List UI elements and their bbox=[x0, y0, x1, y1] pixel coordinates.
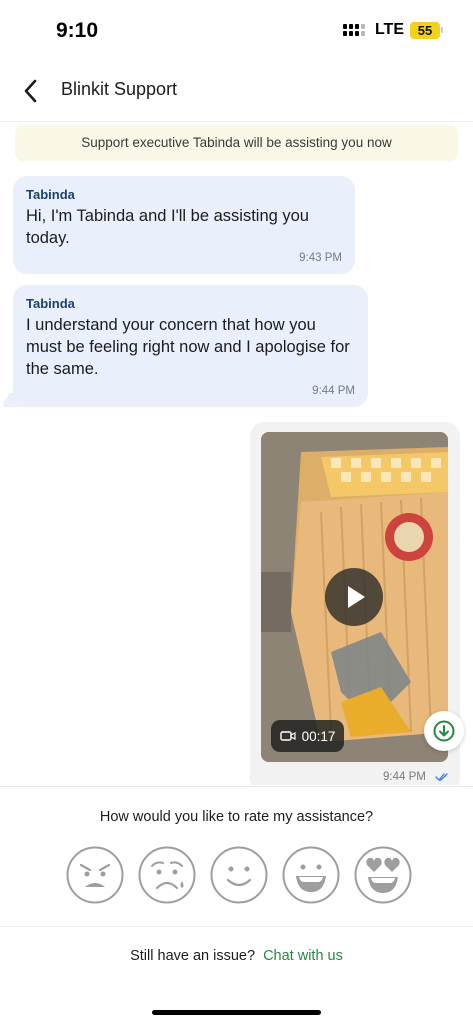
footer: Still have an issue? Chat with us bbox=[0, 926, 473, 1024]
smiling-face-icon[interactable] bbox=[210, 846, 268, 904]
signal-icon bbox=[342, 24, 365, 36]
video-duration-badge: 00:17 bbox=[271, 720, 344, 752]
message-text: Hi, I'm Tabinda and I'll be assisting yo… bbox=[26, 207, 309, 247]
grinning-face-icon[interactable] bbox=[282, 846, 340, 904]
crying-face-icon[interactable] bbox=[138, 846, 196, 904]
agent-message: Tabinda Hi, I'm Tabinda and I'll be assi… bbox=[13, 176, 355, 274]
download-button[interactable] bbox=[424, 711, 464, 751]
message-time: 9:44 PM bbox=[383, 771, 426, 783]
video-camera-icon bbox=[279, 731, 296, 741]
message-time: 9:43 PM bbox=[299, 252, 342, 264]
message-sender: Tabinda bbox=[26, 187, 75, 202]
status-time: 9:10 bbox=[56, 19, 99, 42]
home-indicator bbox=[152, 1010, 321, 1015]
heart-eyes-face-icon[interactable] bbox=[354, 846, 412, 904]
battery-icon: 55 bbox=[410, 21, 443, 39]
chat-with-us-link[interactable]: Chat with us bbox=[263, 948, 343, 964]
battery-level: 55 bbox=[410, 21, 440, 39]
status-bar: 9:10 LTE 55 bbox=[0, 0, 473, 60]
message-time: 9:44 PM bbox=[312, 385, 355, 397]
angry-face-icon[interactable] bbox=[66, 846, 124, 904]
status-indicators: LTE 55 bbox=[342, 21, 443, 39]
footer-line: Still have an issue? Chat with us bbox=[0, 948, 473, 964]
rating-options bbox=[66, 846, 412, 904]
network-type: LTE bbox=[374, 21, 404, 38]
video-thumbnail[interactable]: 00:17 bbox=[261, 432, 448, 762]
page-title: Blinkit Support bbox=[61, 79, 178, 99]
footer-text: Still have an issue? bbox=[130, 948, 256, 964]
agent-notice: Support executive Tabinda will be assist… bbox=[15, 125, 458, 161]
message-text: I understand your concern that how you m… bbox=[26, 316, 350, 378]
rating-panel: How would you like to rate my assistance… bbox=[0, 786, 473, 926]
message-sender: Tabinda bbox=[26, 296, 75, 311]
download-icon bbox=[433, 720, 455, 742]
agent-message: Tabinda I understand your concern that h… bbox=[13, 285, 368, 407]
play-button[interactable] bbox=[325, 568, 383, 626]
chat-header: Blinkit Support bbox=[0, 60, 473, 122]
video-duration: 00:17 bbox=[301, 728, 336, 744]
rating-question: How would you like to rate my assistance… bbox=[99, 809, 374, 825]
read-receipt-icon bbox=[435, 773, 448, 781]
chat-thread[interactable]: Support executive Tabinda will be assist… bbox=[0, 123, 473, 785]
back-arrow-icon[interactable] bbox=[20, 77, 44, 105]
